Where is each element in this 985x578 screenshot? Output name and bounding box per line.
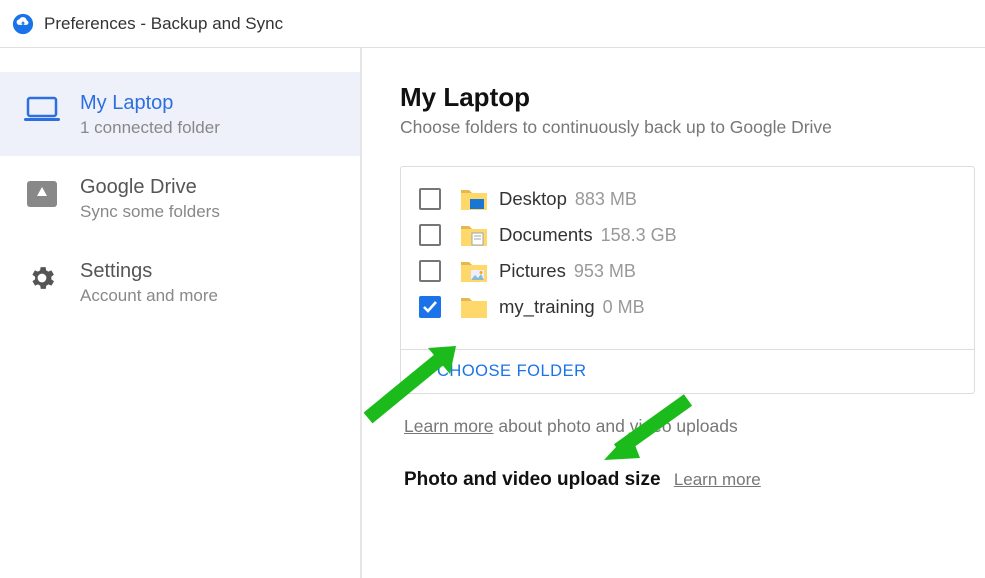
sidebar-item-sub: Account and more — [80, 286, 218, 306]
sidebar-item-google-drive[interactable]: Google Drive Sync some folders — [0, 156, 360, 240]
sidebar-item-label: Settings — [80, 258, 218, 284]
choose-folder-link[interactable]: CHOOSE FOLDER — [437, 362, 587, 380]
choose-folder-row: CHOOSE FOLDER — [401, 349, 974, 393]
folder-row-pictures: Pictures 953 MB — [419, 253, 956, 289]
folder-size: 953 MB — [574, 261, 636, 282]
folder-checkbox[interactable] — [419, 188, 441, 210]
folder-checkbox[interactable] — [419, 260, 441, 282]
backup-sync-cloud-icon — [12, 13, 34, 35]
section-label: Photo and video upload size — [404, 469, 661, 490]
learn-more-link[interactable]: Learn more — [404, 416, 494, 436]
folder-row-desktop: Desktop 883 MB — [419, 181, 956, 217]
section-photo-video-size: Photo and video upload size Learn more — [400, 469, 975, 491]
folder-name: my_training — [499, 296, 595, 318]
sidebar-item-sub: 1 connected folder — [80, 118, 220, 138]
sidebar: My Laptop 1 connected folder Google Driv… — [0, 48, 362, 578]
sidebar-item-my-laptop[interactable]: My Laptop 1 connected folder — [0, 72, 360, 156]
folder-checkbox[interactable] — [419, 296, 441, 318]
documents-folder-icon — [459, 222, 489, 248]
laptop-icon — [22, 90, 62, 130]
folder-size: 0 MB — [603, 297, 645, 318]
page-subtitle: Choose folders to continuously back up t… — [400, 117, 975, 138]
folder-name: Desktop — [499, 188, 567, 210]
folder-list: Desktop 883 MB Documents 158.3 GB Pictur… — [401, 167, 974, 349]
upload-note: Learn more about photo and video uploads — [400, 416, 975, 437]
folder-name: Pictures — [499, 260, 566, 282]
folder-name: Documents — [499, 224, 593, 246]
folder-row-documents: Documents 158.3 GB — [419, 217, 956, 253]
sidebar-item-label: Google Drive — [80, 174, 220, 200]
sidebar-item-sub: Sync some folders — [80, 202, 220, 222]
desktop-folder-icon — [459, 186, 489, 212]
learn-more-link[interactable]: Learn more — [674, 470, 761, 489]
folder-size: 158.3 GB — [601, 225, 677, 246]
folder-selection-box: Desktop 883 MB Documents 158.3 GB Pictur… — [400, 166, 975, 394]
folder-icon — [459, 294, 489, 320]
upload-note-text: about photo and video uploads — [494, 416, 738, 436]
folder-row-my-training: my_training 0 MB — [419, 289, 956, 325]
page-title: My Laptop — [400, 82, 975, 113]
folder-checkbox[interactable] — [419, 224, 441, 246]
folder-size: 883 MB — [575, 189, 637, 210]
sidebar-item-label: My Laptop — [80, 90, 220, 116]
gear-icon — [22, 258, 62, 298]
titlebar: Preferences - Backup and Sync — [0, 0, 985, 48]
pictures-folder-icon — [459, 258, 489, 284]
main-panel: My Laptop Choose folders to continuously… — [362, 48, 985, 578]
window-title: Preferences - Backup and Sync — [44, 14, 283, 34]
drive-icon — [22, 174, 62, 214]
sidebar-item-settings[interactable]: Settings Account and more — [0, 240, 360, 324]
